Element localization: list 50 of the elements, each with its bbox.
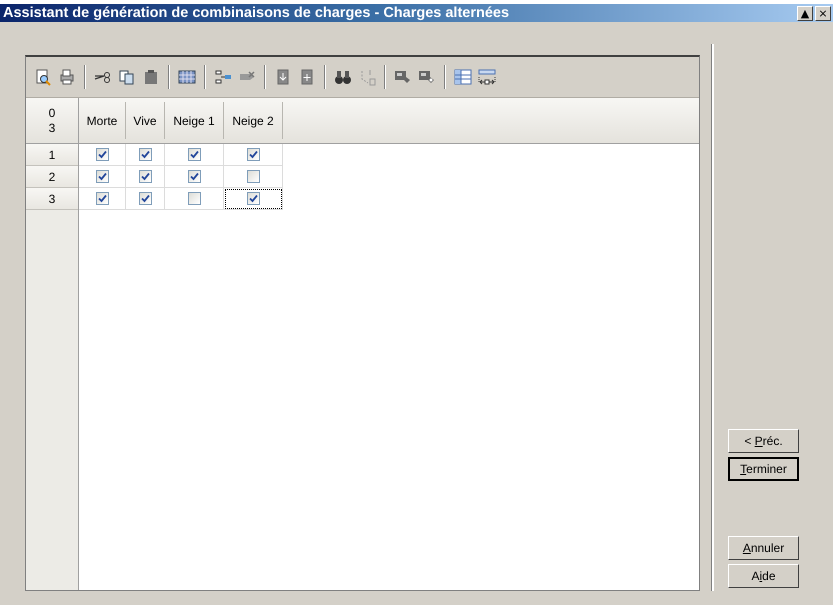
- grid-cell[interactable]: [79, 166, 126, 188]
- grid-cell[interactable]: [165, 166, 224, 188]
- row-header[interactable]: 2: [26, 166, 78, 188]
- checkbox[interactable]: [138, 192, 152, 205]
- grid-cell[interactable]: [79, 188, 126, 210]
- checkbox[interactable]: [246, 192, 260, 205]
- dialog-button[interactable]: Terminer: [728, 457, 799, 481]
- window-title: Assistant de génération de combinaisons de charges - Charges alternées: [3, 5, 510, 21]
- checkbox[interactable]: [138, 170, 152, 183]
- corner-number: 3: [48, 120, 56, 136]
- grid-cell[interactable]: [79, 144, 126, 166]
- row-header[interactable]: 1: [26, 144, 78, 166]
- grid-cell[interactable]: [126, 166, 165, 188]
- row-header[interactable]: 3: [26, 188, 78, 210]
- table-icon[interactable]: [454, 68, 472, 86]
- grid-cell[interactable]: [224, 166, 283, 188]
- printer-icon[interactable]: [58, 68, 76, 86]
- grid-cell[interactable]: [126, 144, 165, 166]
- column-header[interactable]: Morte: [79, 102, 126, 139]
- checkbox[interactable]: [96, 170, 108, 183]
- checkbox[interactable]: [188, 170, 200, 183]
- caption-button[interactable]: ▲: [797, 6, 813, 20]
- comment-icon[interactable]: [394, 68, 412, 86]
- resize-icon[interactable]: [478, 68, 496, 86]
- checkbox[interactable]: [96, 192, 108, 205]
- grid-cell[interactable]: [126, 188, 165, 210]
- comment-icon[interactable]: [418, 68, 436, 86]
- paste-icon[interactable]: [142, 68, 160, 86]
- dialog-button[interactable]: Annuler: [728, 536, 799, 560]
- caption-button[interactable]: ×: [815, 6, 831, 20]
- print-preview-icon[interactable]: [34, 68, 52, 86]
- grid-cell[interactable]: [224, 144, 283, 166]
- checkbox[interactable]: [96, 148, 108, 161]
- checkbox[interactable]: [246, 170, 260, 183]
- column-header[interactable]: Neige 1: [165, 102, 224, 139]
- grid-cell[interactable]: [165, 188, 224, 210]
- dialog-button[interactable]: Aide: [728, 564, 799, 588]
- checkbox[interactable]: [138, 148, 152, 161]
- checkbox[interactable]: [188, 148, 200, 161]
- checkbox[interactable]: [246, 148, 260, 161]
- binoculars-icon[interactable]: [334, 68, 352, 86]
- column-header[interactable]: Neige 2: [224, 102, 283, 139]
- dialog-button[interactable]: < Préc.: [728, 429, 799, 453]
- corner-number: 0: [48, 106, 56, 120]
- grid-cell[interactable]: [165, 144, 224, 166]
- column-header[interactable]: Vive: [126, 102, 165, 139]
- copy-icon[interactable]: [118, 68, 136, 86]
- checkbox[interactable]: [188, 192, 200, 205]
- grid-cell[interactable]: [224, 188, 283, 210]
- grid-icon[interactable]: [178, 68, 196, 86]
